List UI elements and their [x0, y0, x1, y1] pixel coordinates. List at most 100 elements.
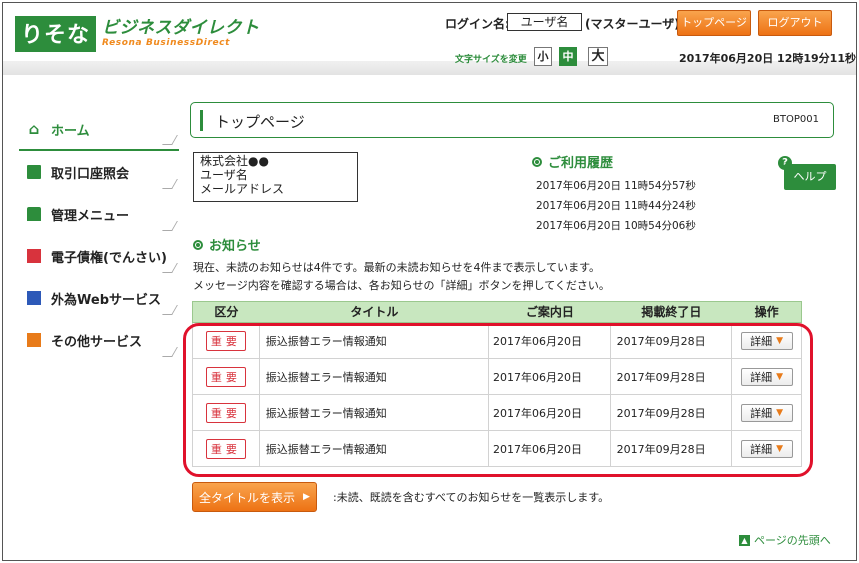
- sidebar-item-account-inquiry[interactable]: 取引口座照会: [19, 151, 179, 193]
- home-icon: ⌂: [28, 120, 40, 138]
- table-row: 重要 振込振替エラー情報通知 2017年06月20日 2017年09月28日 詳…: [192, 323, 802, 359]
- column-header-category: 区分: [214, 305, 239, 319]
- notice-date-cell: 2017年06月20日: [489, 323, 611, 358]
- action-cell: 詳細 ▼: [732, 359, 801, 394]
- detail-button[interactable]: 詳細 ▼: [740, 367, 793, 386]
- detail-button[interactable]: 詳細 ▼: [740, 439, 793, 458]
- corner-icon: [162, 179, 178, 189]
- detail-label: 詳細: [750, 370, 773, 384]
- history-list: 2017年06月20日 11時54分57秒 2017年06月20日 11時44分…: [536, 176, 696, 236]
- category-cell: 重要: [193, 359, 260, 394]
- notice-title-cell: 振込振替エラー情報通知: [260, 395, 490, 430]
- notice-date-cell: 2017年06月20日: [489, 395, 611, 430]
- category-cell: 重要: [193, 395, 260, 430]
- important-badge: 重要: [205, 366, 246, 387]
- sidebar-item-label: 管理メニュー: [51, 208, 130, 224]
- detail-button[interactable]: 詳細 ▼: [740, 331, 793, 350]
- notice-end-date-cell: 2017年09月28日: [611, 323, 733, 358]
- triangle-down-icon: ▼: [776, 407, 784, 418]
- sidebar-item-other-services[interactable]: その他サービス: [19, 319, 179, 361]
- corner-icon: [162, 347, 178, 357]
- show-all-description: :未読、既読を含むすべてのお知らせを一覧表示します。: [333, 491, 610, 504]
- triangle-right-icon: ▶: [303, 492, 310, 502]
- notice-title-cell: 振込振替エラー情報通知: [260, 359, 490, 394]
- sidebar-item-label: ホーム: [51, 123, 90, 139]
- current-datetime: 2017年06月20日 12時19分11秒: [679, 52, 856, 65]
- logout-button[interactable]: ログアウト: [758, 10, 832, 36]
- app-window: りそな ビジネスダイレクト Resona BusinessDirect ログイン…: [2, 2, 857, 561]
- arrow-up-icon: ▲: [739, 534, 750, 546]
- column-header-end-date: 掲載終了日: [641, 305, 702, 319]
- notice-date-cell: 2017年06月20日: [489, 359, 611, 394]
- logo-en: Resona BusinessDirect: [102, 38, 231, 48]
- important-badge: 重要: [205, 330, 246, 351]
- notice-end-date-cell: 2017年09月28日: [611, 359, 733, 394]
- column-header-date: ご案内日: [525, 305, 574, 319]
- company-email: メールアドレス: [200, 182, 285, 196]
- important-badge: 重要: [205, 438, 246, 459]
- users-icon: [27, 207, 41, 221]
- sidebar-item-densai[interactable]: 電子債権(でんさい): [19, 235, 179, 277]
- login-user: ユーザ名: [507, 13, 582, 31]
- document-icon: [27, 165, 41, 179]
- network-icon: [27, 249, 41, 263]
- detail-label: 詳細: [750, 442, 773, 456]
- sidebar-item-label: その他サービス: [51, 334, 143, 350]
- page-code: BTOP001: [773, 114, 819, 125]
- notice-text-2: メッセージ内容を確認する場合は、各お知らせの「詳細」ボタンを押してください。: [193, 279, 610, 292]
- sidebar-item-forex-web[interactable]: 外為Webサービス: [19, 277, 179, 319]
- important-badge: 重要: [205, 402, 246, 423]
- corner-icon: [162, 221, 178, 231]
- font-size-large-button[interactable]: 大: [588, 47, 608, 66]
- font-size-medium-button[interactable]: 中: [559, 47, 577, 66]
- corner-icon: [162, 305, 178, 315]
- network-icon: [27, 333, 41, 347]
- notice-end-date-cell: 2017年09月28日: [611, 395, 733, 430]
- top-page-button[interactable]: トップページへ: [677, 10, 751, 53]
- notice-title: お知らせ: [193, 235, 261, 254]
- triangle-down-icon: ▼: [776, 371, 784, 382]
- table-header: 区分 タイトル ご案内日 掲載終了日 操作: [192, 301, 802, 323]
- logo-jp: ビジネスダイレクト: [102, 18, 260, 38]
- detail-label: 詳細: [750, 406, 773, 420]
- login-label: ログイン名:: [445, 17, 510, 31]
- usage-history: ご利用履歴 2017年06月20日 11時54分57秒 2017年06月20日 …: [532, 152, 696, 236]
- show-all-titles-button[interactable]: 全タイトルを表示 ▶: [192, 482, 317, 512]
- notice-title-text: お知らせ: [209, 239, 261, 254]
- action-cell: 詳細 ▼: [732, 323, 801, 358]
- sidebar-item-label: 外為Webサービス: [51, 292, 161, 308]
- category-cell: 重要: [193, 431, 260, 466]
- bullet-icon: [532, 156, 542, 167]
- login-role: (マスターユーザ): [585, 17, 680, 31]
- sidebar: ⌂ ホーム 取引口座照会 管理メニュー 電子債権(でんさい) 外為Webサービス…: [19, 109, 179, 361]
- logo[interactable]: りそな ビジネスダイレクト Resona BusinessDirect: [15, 15, 260, 53]
- notice-text-1: 現在、未読のお知らせは4件です。最新の未読お知らせを4件まで表示しています。: [193, 261, 601, 274]
- corner-icon: [162, 135, 178, 145]
- company-info: 株式会社●● ユーザ名 メールアドレス: [193, 152, 358, 202]
- font-size-small-button[interactable]: 小: [534, 47, 552, 66]
- header: りそな ビジネスダイレクト Resona BusinessDirect ログイン…: [3, 3, 856, 75]
- page-top-link[interactable]: ▲ ページの先頭へ: [739, 532, 831, 548]
- company-name: 株式会社●●: [200, 154, 269, 168]
- column-header-action: 操作: [754, 305, 779, 319]
- sidebar-item-admin-menu[interactable]: 管理メニュー: [19, 193, 179, 235]
- triangle-down-icon: ▼: [776, 335, 784, 346]
- page-title-box: トップページ BTOP001: [190, 102, 834, 138]
- page-top-label: ページの先頭へ: [754, 534, 831, 547]
- table-row: 重要 振込振替エラー情報通知 2017年06月20日 2017年09月28日 詳…: [192, 359, 802, 395]
- logo-mark: りそな: [15, 16, 97, 52]
- history-title-text: ご利用履歴: [548, 156, 614, 171]
- show-all-titles-label: 全タイトルを表示: [199, 490, 296, 505]
- category-cell: 重要: [193, 323, 260, 358]
- help-button[interactable]: ヘルプ: [784, 164, 836, 190]
- notice-end-date-cell: 2017年09月28日: [611, 431, 733, 466]
- detail-button[interactable]: 詳細 ▼: [740, 403, 793, 422]
- history-title: ご利用履歴: [532, 152, 696, 171]
- sidebar-item-home[interactable]: ⌂ ホーム: [19, 109, 179, 151]
- table-row: 重要 振込振替エラー情報通知 2017年06月20日 2017年09月28日 詳…: [192, 431, 802, 467]
- notice-table: 区分 タイトル ご案内日 掲載終了日 操作 重要 振込振替エラー情報通知 201…: [192, 301, 802, 467]
- font-size-label: 文字サイズを変更: [455, 55, 527, 65]
- history-entry: 2017年06月20日 11時44分24秒: [536, 200, 696, 212]
- action-cell: 詳細 ▼: [732, 395, 801, 430]
- history-entry: 2017年06月20日 11時54分57秒: [536, 180, 696, 192]
